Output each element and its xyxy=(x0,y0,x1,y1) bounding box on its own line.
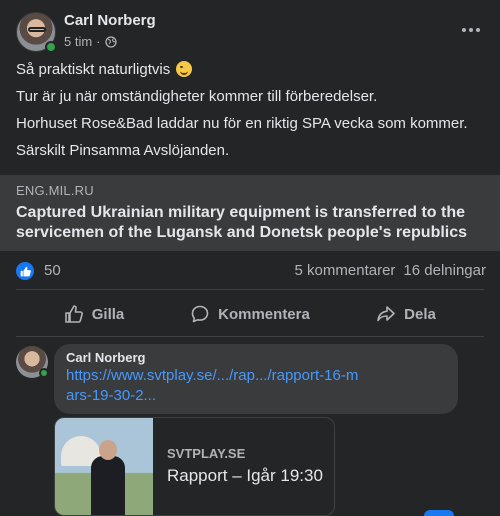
like-label: Gilla xyxy=(91,305,125,323)
comment-bubble-icon xyxy=(191,305,209,323)
online-status-indicator xyxy=(39,368,49,378)
like-count[interactable]: 50 xyxy=(44,262,61,279)
share-count[interactable]: 16 delningar xyxy=(403,262,486,279)
share-arrow-icon xyxy=(377,306,395,322)
online-status-indicator xyxy=(45,41,57,53)
link-title[interactable]: Captured Ukrainian military equipment is… xyxy=(16,203,486,243)
winking-face-emoji-icon xyxy=(176,61,193,77)
person-head-shape xyxy=(99,440,117,460)
post-line: Så praktiskt naturligtvis xyxy=(16,60,486,80)
divider xyxy=(16,336,484,337)
link-domain: ENG.MIL.RU xyxy=(16,183,94,198)
post-header: Carl Norberg 5 tim · xyxy=(16,12,486,54)
reaction-stats: 50 5 kommentarer 16 delningar xyxy=(16,260,486,282)
shared-link-card[interactable]: ENG.MIL.RU Captured Ukrainian military e… xyxy=(0,175,500,251)
preview-thumbnail xyxy=(55,418,153,515)
globe-icon xyxy=(104,35,117,48)
post-line: Särskilt Pinsamma Avslöjanden. xyxy=(16,142,230,159)
comment-reaction-badge[interactable] xyxy=(424,510,454,516)
person-shape xyxy=(91,456,125,515)
post-author-name[interactable]: Carl Norberg xyxy=(64,12,156,29)
post-line: Tur är ju när omständigheter kommer till… xyxy=(16,88,378,105)
avatar-glasses xyxy=(28,27,46,32)
thumbs-up-icon xyxy=(64,305,83,323)
comment-author[interactable]: Carl Norberg xyxy=(66,350,446,366)
divider xyxy=(16,289,484,290)
post-body: Så praktiskt naturligtvis Tur är ju när … xyxy=(16,60,486,168)
preview-domain: SVTPLAY.SE xyxy=(167,446,246,461)
post-meta: 5 tim · xyxy=(64,34,117,49)
like-button[interactable]: Gilla xyxy=(16,296,172,332)
link-preview-card[interactable]: SVTPLAY.SE Rapport – Igår 19:30 xyxy=(54,417,335,516)
comment-label: Kommentera xyxy=(218,305,310,323)
preview-title: Rapport – Igår 19:30 xyxy=(167,466,323,485)
comment-bubble: Carl Norberg https://www.svtplay.se/.../… xyxy=(54,344,458,414)
comment-button[interactable]: Kommentera xyxy=(172,296,328,332)
meta-separator: · xyxy=(96,34,101,49)
comment-share-counts: 5 kommentarer 16 delningar xyxy=(295,262,486,279)
like-reaction-icon[interactable] xyxy=(16,262,34,280)
more-options-icon[interactable] xyxy=(456,18,486,42)
post-line: Horhuset Rose&Bad laddar nu för en rikti… xyxy=(16,115,468,132)
share-button[interactable]: Dela xyxy=(328,296,484,332)
post-timestamp[interactable]: 5 tim xyxy=(64,34,92,49)
share-label: Dela xyxy=(404,305,436,323)
comment-count[interactable]: 5 kommentarer xyxy=(295,262,396,279)
post-actions: Gilla Kommentera Dela xyxy=(16,296,484,332)
comment-link[interactable]: https://www.svtplay.se/.../rap.../rappor… xyxy=(66,366,366,406)
